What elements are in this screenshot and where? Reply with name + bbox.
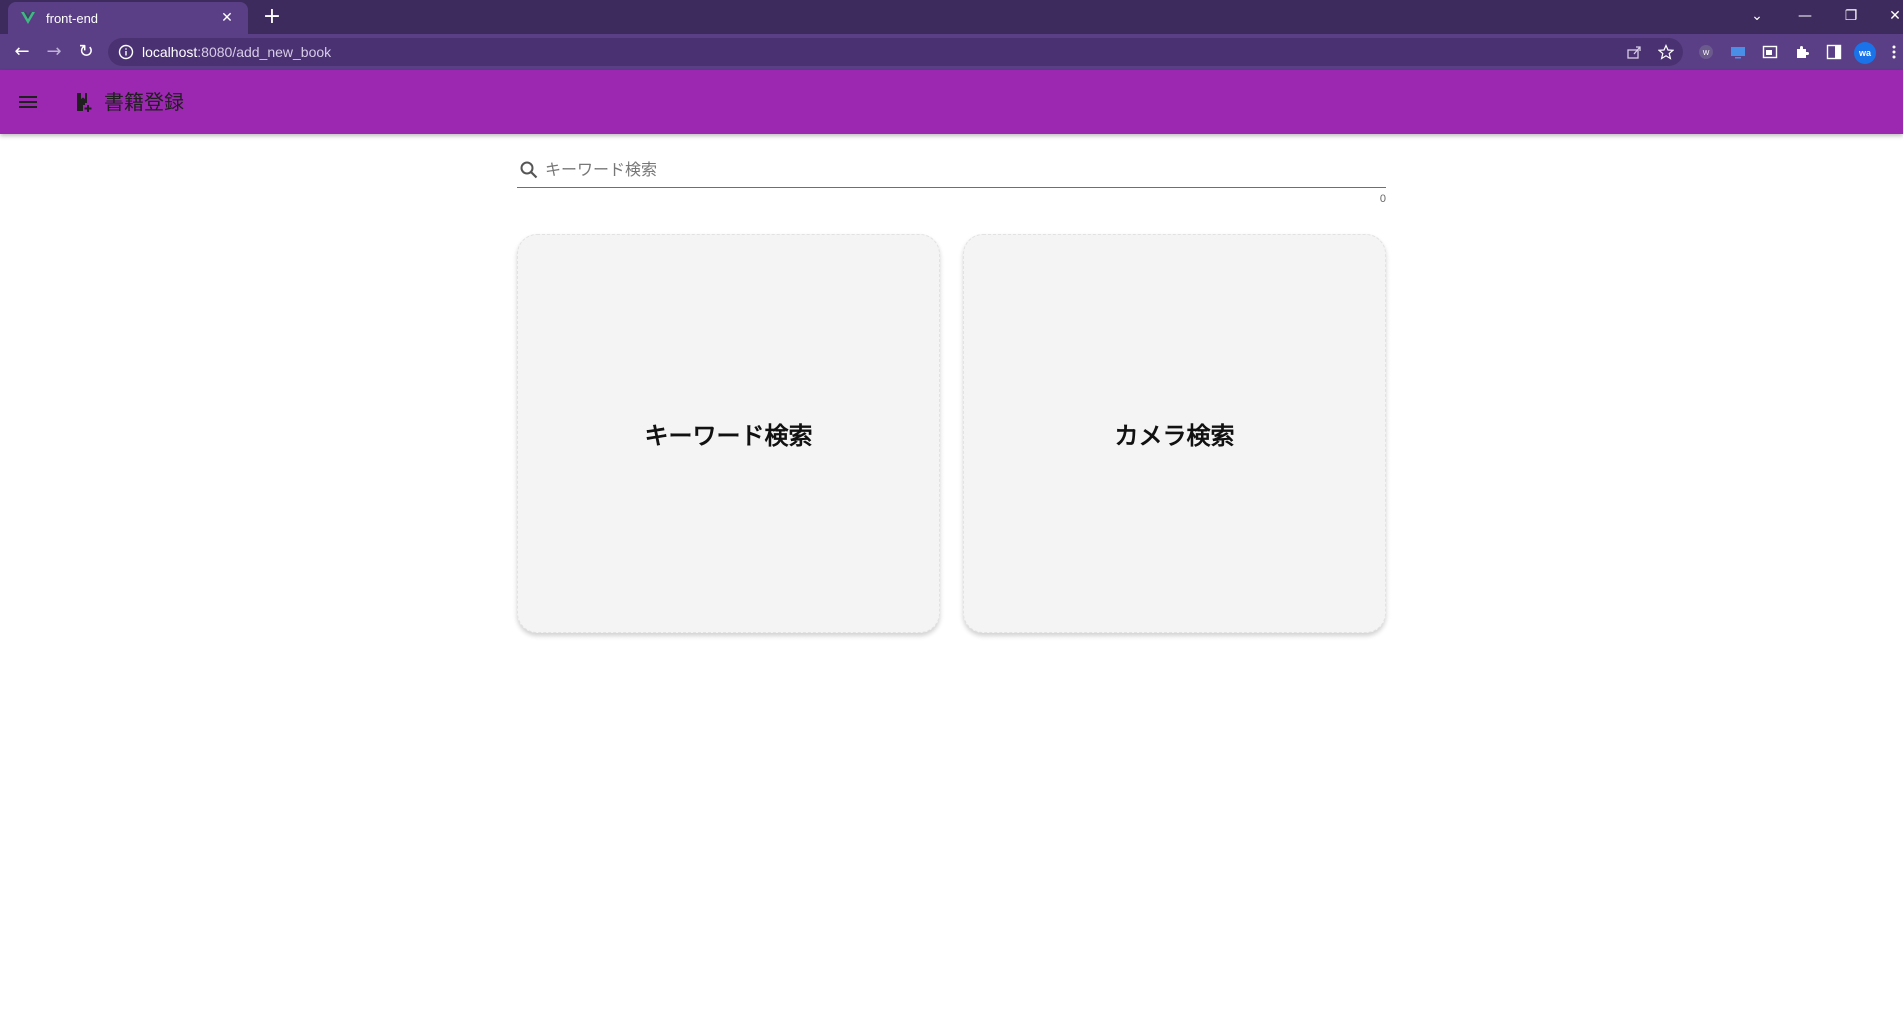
share-icon[interactable] [1622,40,1646,64]
tab-close-icon[interactable]: ✕ [218,9,236,27]
back-arrow-icon[interactable]: ← [10,40,34,64]
url-path: :8080/add_new_book [197,44,332,60]
vue-logo-icon [21,12,35,24]
site-info-icon[interactable] [118,44,134,60]
browser-tabstrip: front-end ✕ + ⌄ — ❐ ✕ [0,0,1903,34]
close-window-icon[interactable]: ✕ [1882,4,1903,28]
book-add-icon [77,93,92,112]
search-input[interactable] [545,160,1386,179]
address-bar[interactable]: localhost:8080/add_new_book [108,38,1683,66]
extension-screen-icon[interactable] [1728,42,1748,62]
camera-search-card[interactable]: カメラ検索 [963,234,1386,633]
forward-arrow-icon[interactable]: → [42,40,66,64]
minimize-icon[interactable]: — [1792,4,1818,28]
extension-shield-icon[interactable]: W [1696,42,1716,62]
browser-tab[interactable]: front-end ✕ [8,2,248,34]
tab-title: front-end [46,10,99,26]
page-title: 書籍登録 [104,90,184,114]
url-host: localhost [142,44,198,60]
svg-text:W: W [1703,50,1710,57]
search-icon [520,161,538,178]
camera-search-card-label: カメラ検索 [1114,422,1235,450]
extension-window-icon[interactable] [1760,42,1780,62]
browser-menu-kebab-icon[interactable] [1888,42,1900,62]
character-counter: 0 [1379,193,1386,205]
profile-avatar[interactable]: wa [1854,42,1876,64]
bookmark-star-icon[interactable] [1654,40,1678,64]
app-bar: 書籍登録 [0,70,1903,134]
tab-search-chevron-icon[interactable]: ⌄ [1744,4,1770,28]
restore-icon[interactable]: ❐ [1838,4,1864,28]
reload-icon[interactable]: ↻ [74,40,98,64]
side-panel-icon[interactable] [1824,42,1844,62]
browser-toolbar: ← → ↻ localhost:8080/add_new_book W wa [0,34,1903,70]
keyword-search-card-label: キーワード検索 [644,422,813,450]
extensions-puzzle-icon[interactable] [1792,42,1812,62]
keyword-search-field[interactable] [517,152,1386,188]
keyword-search-card[interactable]: キーワード検索 [517,234,940,633]
new-tab-plus-icon[interactable]: + [260,6,284,30]
hamburger-menu-icon[interactable] [16,90,40,114]
